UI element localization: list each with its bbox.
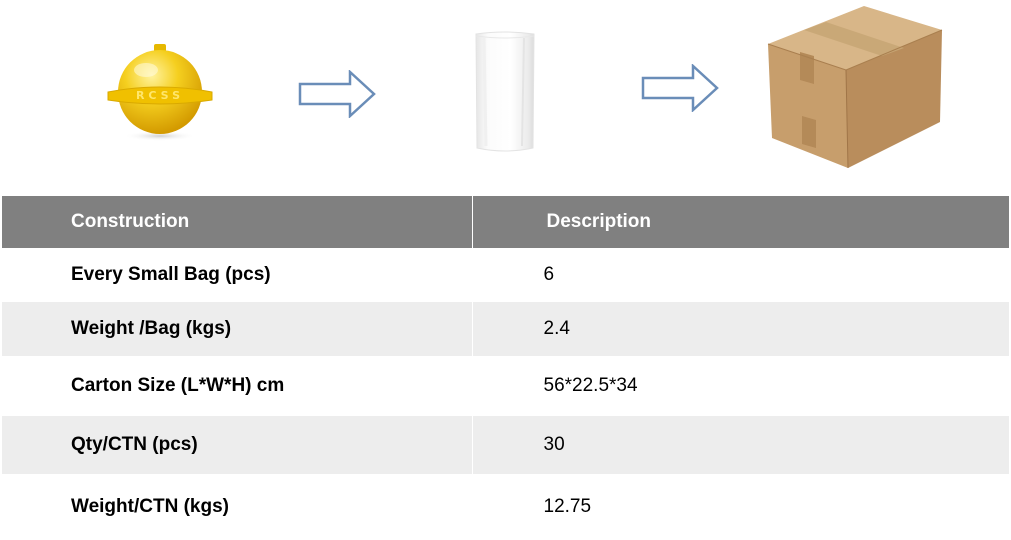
product-packaging-strip: RCSS bbox=[0, 0, 1011, 192]
row-label: Qty/CTN (pcs) bbox=[2, 416, 473, 474]
ball-logo-text: RCSS bbox=[136, 89, 184, 102]
row-value: 56*22.5*34 bbox=[472, 356, 1009, 416]
cardboard-carton-image bbox=[767, 6, 943, 169]
plastic-bag-image bbox=[475, 31, 535, 152]
right-arrow-icon bbox=[298, 70, 376, 118]
row-value: 2.4 bbox=[472, 302, 1009, 356]
table-row: Weight /Bag (kgs) 2.4 bbox=[2, 302, 1009, 356]
yellow-marker-ball-image: RCSS bbox=[107, 44, 213, 141]
table-row: Weight/CTN (kgs) 12.75 bbox=[2, 474, 1009, 540]
table-header-row: Construction Description bbox=[2, 196, 1009, 248]
packaging-spec-table: Construction Description Every Small Bag… bbox=[2, 196, 1009, 540]
row-label: Weight /Bag (kgs) bbox=[2, 302, 473, 356]
row-value: 6 bbox=[472, 248, 1009, 302]
row-value: 12.75 bbox=[472, 474, 1009, 540]
table-row: Qty/CTN (pcs) 30 bbox=[2, 416, 1009, 474]
row-label: Weight/CTN (kgs) bbox=[2, 474, 473, 540]
row-value: 30 bbox=[472, 416, 1009, 474]
row-label: Every Small Bag (pcs) bbox=[2, 248, 473, 302]
description-column-header: Description bbox=[472, 196, 1009, 248]
table-row: Carton Size (L*W*H) cm 56*22.5*34 bbox=[2, 356, 1009, 416]
construction-column-header: Construction bbox=[2, 196, 473, 248]
table-row: Every Small Bag (pcs) 6 bbox=[2, 248, 1009, 302]
row-label: Carton Size (L*W*H) cm bbox=[2, 356, 473, 416]
right-arrow-icon bbox=[641, 64, 719, 112]
